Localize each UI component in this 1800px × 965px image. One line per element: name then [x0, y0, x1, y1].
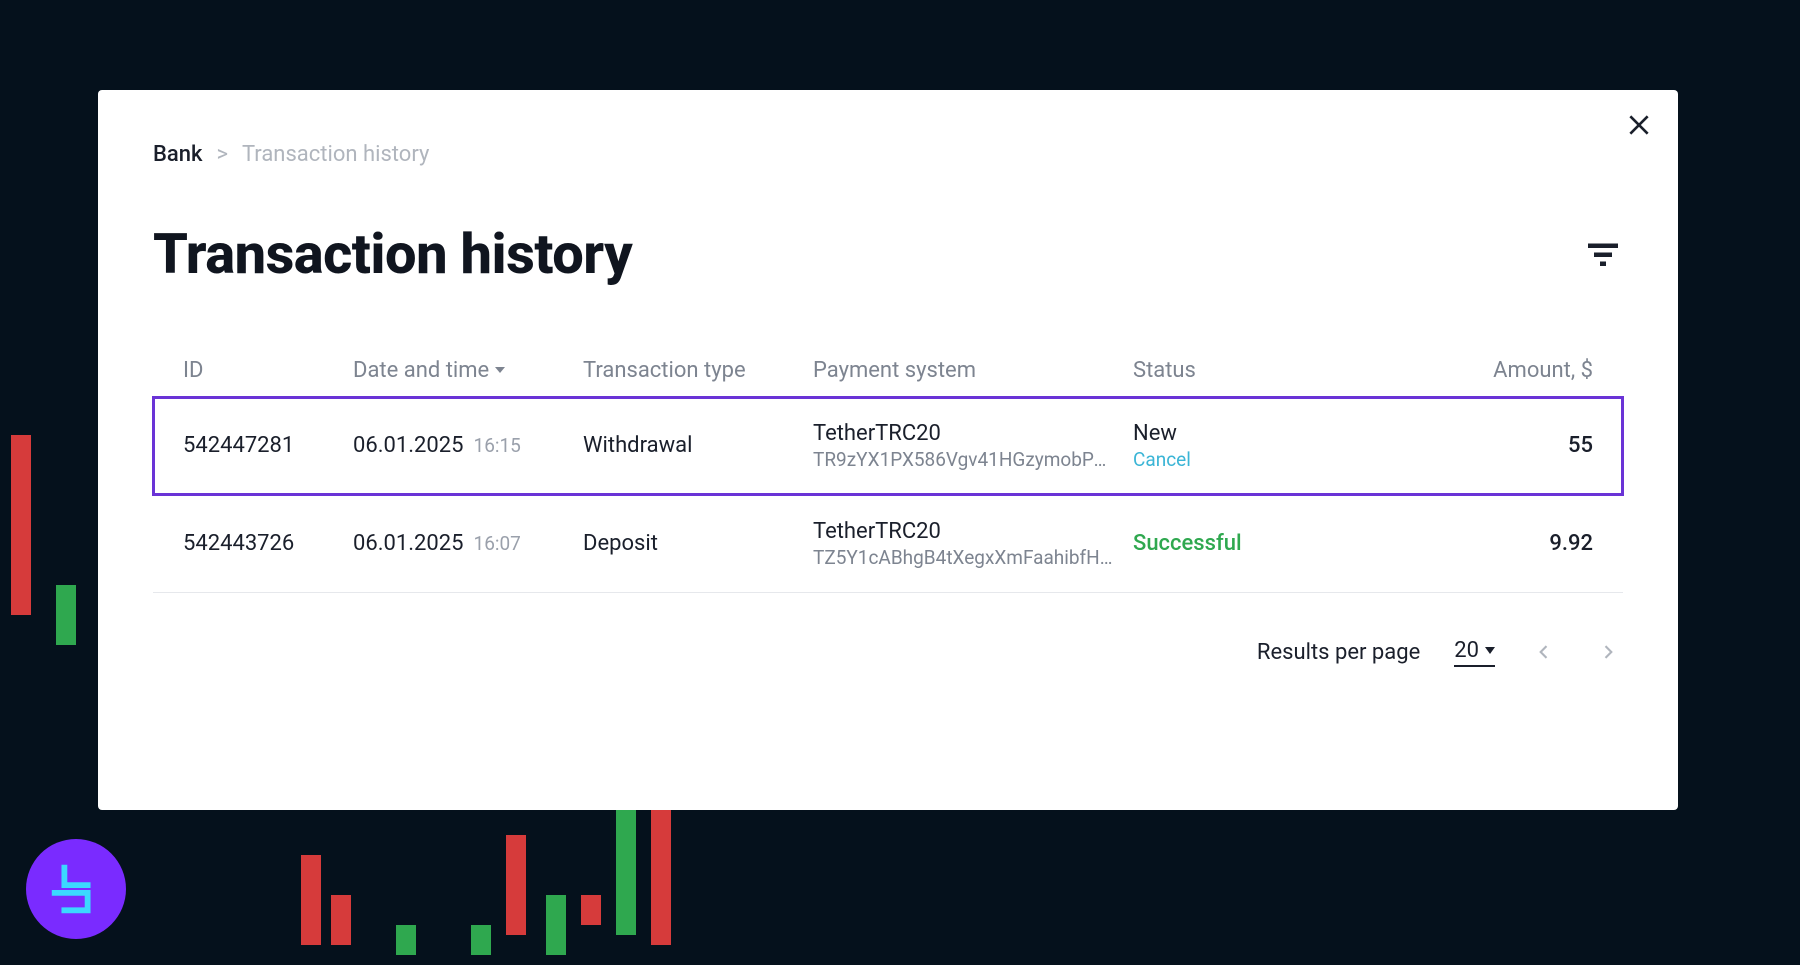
chevron-down-icon — [1485, 647, 1495, 654]
cell-date-value: 06.01.2025 — [353, 531, 464, 556]
col-type: Transaction type — [583, 358, 813, 383]
cell-id: 542443726 — [183, 531, 353, 556]
cancel-link[interactable]: Cancel — [1133, 448, 1383, 471]
page-title: Transaction history — [153, 221, 632, 287]
breadcrumb: Bank > Transaction history — [153, 142, 1623, 167]
cell-id: 542447281 — [183, 433, 353, 458]
col-id: ID — [183, 358, 353, 383]
next-page-button[interactable] — [1593, 637, 1623, 667]
table-row[interactable]: 542447281 06.01.2025 16:15 Withdrawal Te… — [153, 397, 1623, 495]
cell-date: 06.01.2025 16:15 — [353, 433, 583, 458]
cell-time-value: 16:07 — [474, 532, 521, 555]
prev-page-button[interactable] — [1529, 637, 1559, 667]
results-per-page-value: 20 — [1454, 638, 1479, 663]
payment-address: TR9zYX1PX586Vgv41HGzymobPX... — [813, 448, 1113, 471]
cell-payment: TetherTRC20 TZ5Y1cABhgB4tXegxXmFaahibfHL… — [813, 519, 1133, 569]
brand-badge[interactable] — [26, 839, 126, 939]
col-payment: Payment system — [813, 358, 1133, 383]
table-header: ID Date and time Transaction type Paymen… — [153, 343, 1623, 397]
status-text: New — [1133, 421, 1383, 446]
col-amount: Amount, $ — [1383, 358, 1593, 383]
status-text: Successful — [1133, 531, 1383, 556]
chevron-right-icon — [1598, 642, 1618, 662]
brand-icon — [45, 858, 107, 920]
transactions-table: ID Date and time Transaction type Paymen… — [153, 343, 1623, 593]
col-date-label: Date and time — [353, 358, 489, 383]
breadcrumb-separator: > — [216, 142, 228, 167]
results-per-page-label: Results per page — [1257, 640, 1420, 665]
breadcrumb-root[interactable]: Bank — [153, 142, 202, 167]
close-button[interactable] — [1626, 112, 1654, 140]
filter-icon — [1585, 236, 1621, 272]
cell-amount: 55 — [1383, 433, 1593, 458]
results-per-page-select[interactable]: 20 — [1454, 638, 1495, 667]
sort-caret-icon — [495, 367, 505, 373]
col-date[interactable]: Date and time — [353, 358, 583, 383]
cell-time-value: 16:15 — [474, 434, 521, 457]
cell-type: Deposit — [583, 531, 813, 556]
cell-date-value: 06.01.2025 — [353, 433, 464, 458]
filter-button[interactable] — [1583, 234, 1623, 274]
col-status: Status — [1133, 358, 1383, 383]
pagination: Results per page 20 — [153, 637, 1623, 667]
table-row[interactable]: 542443726 06.01.2025 16:07 Deposit Tethe… — [153, 495, 1623, 593]
transaction-history-modal: Bank > Transaction history Transaction h… — [98, 90, 1678, 810]
payment-address: TZ5Y1cABhgB4tXegxXmFaahibfHL... — [813, 546, 1113, 569]
payment-system: TetherTRC20 — [813, 421, 1133, 446]
cell-status: New Cancel — [1133, 421, 1383, 471]
breadcrumb-current: Transaction history — [242, 142, 429, 167]
cell-status: Successful — [1133, 531, 1383, 556]
cell-type: Withdrawal — [583, 433, 813, 458]
close-icon — [1626, 112, 1652, 138]
chevron-left-icon — [1534, 642, 1554, 662]
payment-system: TetherTRC20 — [813, 519, 1133, 544]
cell-date: 06.01.2025 16:07 — [353, 531, 583, 556]
cell-amount: 9.92 — [1383, 531, 1593, 556]
cell-payment: TetherTRC20 TR9zYX1PX586Vgv41HGzymobPX..… — [813, 421, 1133, 471]
